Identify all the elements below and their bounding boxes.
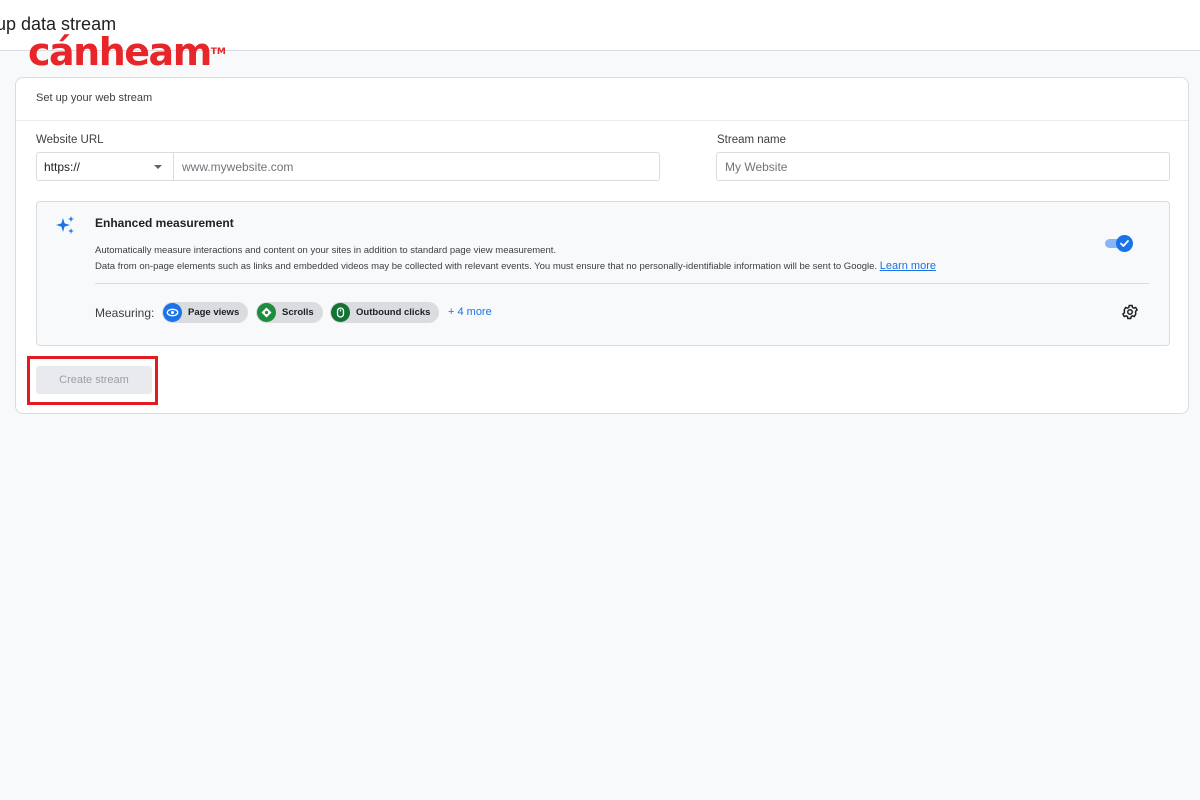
chip-page-views: Page views bbox=[162, 302, 249, 323]
gear-icon[interactable] bbox=[1121, 303, 1139, 326]
top-bar: up data stream cánheamTM bbox=[0, 0, 1200, 72]
protocol-value: https:// bbox=[44, 159, 81, 174]
enhanced-description-line2: Data from on-page elements such as links… bbox=[95, 260, 936, 272]
enhanced-measurement-toggle[interactable] bbox=[1103, 235, 1133, 252]
logo-text: cánheam bbox=[28, 30, 212, 74]
caret-down-icon bbox=[154, 165, 162, 169]
chip-label: Scrolls bbox=[282, 307, 314, 318]
learn-more-link[interactable]: Learn more bbox=[880, 260, 936, 272]
web-stream-card: Set up your web stream Website URL Strea… bbox=[15, 77, 1189, 414]
chip-outbound-clicks: Outbound clicks bbox=[330, 302, 440, 323]
sparkle-icon bbox=[55, 215, 77, 242]
divider bbox=[95, 283, 1149, 284]
enhanced-description-line1: Automatically measure interactions and c… bbox=[95, 245, 557, 256]
more-measurements-link[interactable]: + 4 more bbox=[448, 306, 492, 318]
stream-name-input[interactable] bbox=[716, 152, 1170, 181]
website-url-label: Website URL bbox=[36, 134, 104, 146]
chip-label: Outbound clicks bbox=[356, 307, 431, 318]
measuring-label: Measuring: bbox=[95, 306, 155, 320]
card-title: Set up your web stream bbox=[16, 78, 1188, 121]
protocol-select[interactable]: https:// bbox=[37, 153, 174, 180]
enhanced-measurement-panel: Enhanced measurement Automatically measu… bbox=[36, 201, 1170, 346]
website-url-input[interactable] bbox=[174, 153, 659, 180]
highlight-box bbox=[27, 356, 158, 405]
eye-icon bbox=[163, 303, 182, 322]
stream-name-label: Stream name bbox=[717, 134, 787, 146]
mouse-icon bbox=[331, 303, 350, 322]
website-url-group: https:// bbox=[36, 152, 660, 181]
watermark-logo: cánheamTM bbox=[28, 32, 226, 72]
chip-label: Page views bbox=[188, 307, 240, 318]
scroll-icon bbox=[257, 303, 276, 322]
enhanced-measurement-title: Enhanced measurement bbox=[95, 216, 234, 230]
chip-scrolls: Scrolls bbox=[256, 302, 323, 323]
check-icon bbox=[1116, 235, 1133, 252]
enhanced-description-text: Data from on-page elements such as links… bbox=[95, 261, 878, 272]
logo-tm: TM bbox=[210, 47, 226, 57]
